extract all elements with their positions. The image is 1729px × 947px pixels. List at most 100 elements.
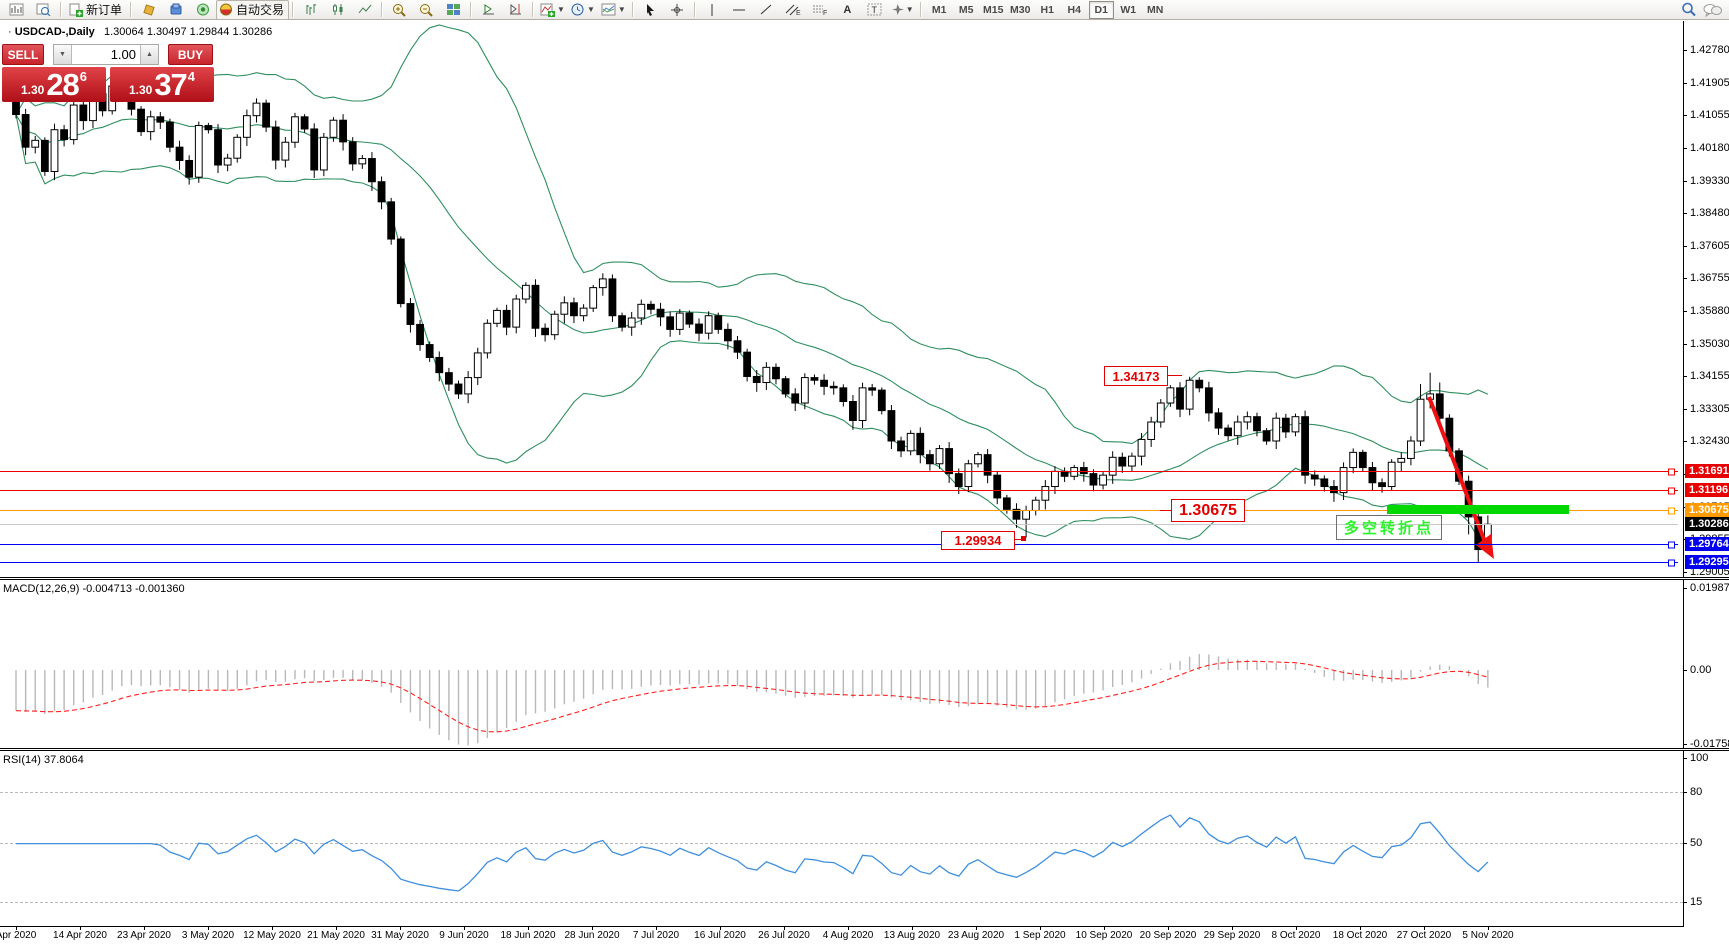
timeframe-mn[interactable]: MN	[1143, 1, 1168, 19]
tile-windows-icon	[446, 3, 461, 16]
timeframe-m1[interactable]: M1	[927, 1, 952, 19]
date-label: 23 Aug 2020	[948, 930, 1004, 941]
auto-trading-label: 自动交易	[236, 1, 284, 18]
horizontal-level-line[interactable]	[0, 562, 1678, 563]
green-highlight-bar[interactable]	[1387, 505, 1569, 514]
history-button[interactable]	[162, 0, 189, 20]
toolbar-separator	[130, 2, 132, 17]
history-icon	[169, 3, 183, 16]
date-tick	[656, 926, 657, 930]
rsi-label: RSI(14) 37.8064	[3, 754, 84, 766]
market-watch-button[interactable]	[30, 0, 57, 20]
sell-price-big: 28	[46, 68, 78, 101]
crosshair-tool-button[interactable]	[664, 0, 691, 20]
channel-tool-button[interactable]: E	[780, 0, 807, 20]
timeframe-m30[interactable]: M30	[1008, 1, 1033, 19]
swing-low-label[interactable]: 1.29934	[941, 531, 1015, 550]
timeframe-m15[interactable]: M15	[981, 1, 1006, 19]
bar-chart-type-button[interactable]	[297, 0, 324, 20]
pane-separator[interactable]	[0, 748, 1729, 751]
level-line-handle[interactable]	[1668, 507, 1675, 514]
label-tool-button[interactable]: T	[861, 0, 888, 20]
timeframe-w1[interactable]: W1	[1116, 1, 1141, 19]
timeframe-m5[interactable]: M5	[954, 1, 979, 19]
package-button[interactable]	[135, 0, 162, 20]
fibonacci-tool-button[interactable]: F	[807, 0, 834, 20]
timeframe-d1[interactable]: D1	[1089, 1, 1114, 19]
horizontal-level-line[interactable]	[0, 544, 1678, 545]
auto-scroll-button[interactable]	[475, 0, 502, 20]
periods-button[interactable]: ▼	[568, 0, 598, 20]
horizontal-level-line[interactable]	[0, 471, 1678, 472]
line-chart-type-button[interactable]	[351, 0, 378, 20]
bull-bear-pivot-note[interactable]: 多空转折点	[1336, 515, 1442, 540]
volume-increase-button[interactable]: ▲	[140, 45, 158, 64]
indicators-button[interactable]: ▼	[537, 0, 568, 20]
pivot-price-label[interactable]: 1.30675	[1171, 499, 1245, 522]
date-tick	[912, 926, 913, 930]
price-axis-tick: 1.41905	[1684, 78, 1729, 88]
volume-decrease-button[interactable]: ▼	[54, 45, 72, 64]
main-chart-canvas[interactable]	[0, 21, 1684, 577]
date-tick	[1168, 926, 1169, 930]
macd-canvas[interactable]	[0, 581, 1684, 747]
date-label: 1 Sep 2020	[1014, 930, 1065, 941]
date-tick	[720, 926, 721, 930]
date-tick	[1424, 926, 1425, 930]
toolbar-separator	[920, 2, 922, 17]
rsi-line	[16, 815, 1488, 891]
search-icon[interactable]	[1681, 2, 1697, 17]
auto-trading-button[interactable]: 自动交易	[216, 0, 289, 20]
date-label: 14 Apr 2020	[53, 930, 107, 941]
chart-shift-button[interactable]	[502, 0, 529, 20]
volume-input[interactable]	[72, 45, 140, 64]
date-label: 12 May 2020	[243, 930, 301, 941]
rsi-axis-tick: 15	[1684, 897, 1702, 907]
zoom-in-button[interactable]	[386, 0, 413, 20]
rsi-canvas[interactable]	[0, 752, 1684, 926]
dropdown-arrow-icon: ▼	[618, 5, 626, 14]
hline-tool-button[interactable]	[726, 0, 753, 20]
level-line-handle[interactable]	[1668, 468, 1675, 475]
zoom-out-icon	[419, 3, 434, 17]
price-axis-tick: 1.32430	[1684, 436, 1729, 446]
swing-high-label[interactable]: 1.34173	[1104, 366, 1168, 386]
level-line-handle[interactable]	[1668, 487, 1675, 494]
horizontal-level-line[interactable]	[0, 490, 1678, 491]
date-label: 5 Nov 2020	[1462, 930, 1513, 941]
cursor-tool-button[interactable]	[637, 0, 664, 20]
chat-icon[interactable]	[1703, 3, 1722, 17]
shapes-tool-button[interactable]: ▼	[888, 0, 917, 20]
tile-windows-button[interactable]	[440, 0, 467, 20]
vline-tool-button[interactable]	[699, 0, 726, 20]
rsi-axis-tick: 80	[1684, 787, 1702, 797]
candle-chart-type-button[interactable]	[324, 0, 351, 20]
date-tick	[336, 926, 337, 930]
zoom-out-button[interactable]	[413, 0, 440, 20]
text-tool-button[interactable]: A	[834, 0, 861, 20]
chart-window-icon	[9, 3, 24, 16]
new-order-label: 新订单	[86, 1, 122, 18]
level-line-handle[interactable]	[1668, 559, 1675, 566]
buy-price-display[interactable]: 1.30 37 4	[110, 67, 214, 102]
chart-window-button[interactable]	[3, 0, 30, 20]
macd-axis-tick: -0.017582	[1684, 739, 1729, 749]
pane-separator[interactable]	[0, 577, 1729, 580]
svg-text:F: F	[823, 10, 827, 16]
buy-price-prefix: 1.30	[129, 83, 152, 97]
toolbar-separator	[381, 2, 383, 17]
timeframe-h4[interactable]: H4	[1062, 1, 1087, 19]
price-axis-tick: 1.39330	[1684, 176, 1729, 186]
timeframe-h1[interactable]: H1	[1035, 1, 1060, 19]
templates-button[interactable]: ▼	[598, 0, 629, 20]
chart-shift-icon	[508, 3, 523, 16]
sell-button[interactable]: SELL	[2, 44, 44, 65]
broadcast-button[interactable]	[189, 0, 216, 20]
level-line-handle[interactable]	[1668, 541, 1675, 548]
equidistant-channel-icon: E	[785, 3, 801, 16]
buy-button[interactable]: BUY	[168, 44, 213, 65]
new-order-button[interactable]: 新订单	[65, 0, 127, 20]
templates-icon	[601, 3, 616, 16]
trendline-tool-button[interactable]	[753, 0, 780, 20]
sell-price-display[interactable]: 1.30 28 6	[2, 67, 106, 102]
